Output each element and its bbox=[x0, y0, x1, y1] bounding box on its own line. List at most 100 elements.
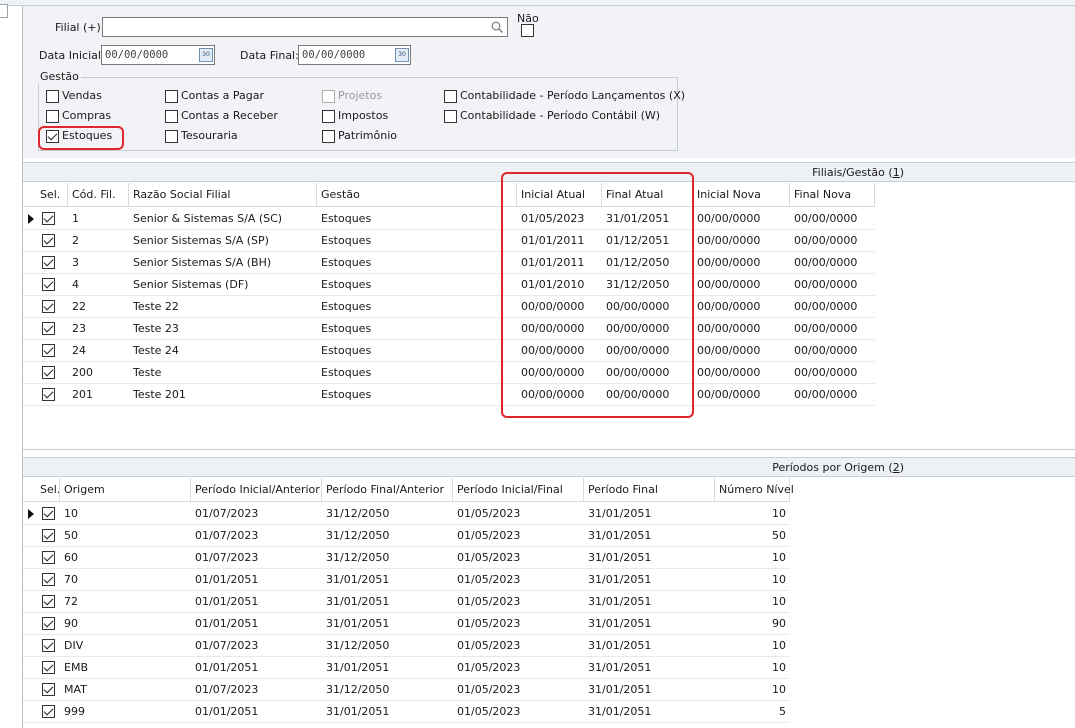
periodos-select-checkbox[interactable] bbox=[42, 683, 55, 696]
filial-input[interactable] bbox=[102, 17, 508, 37]
filiais-select-checkbox[interactable] bbox=[42, 344, 55, 357]
periodos-row[interactable]: MAT 01/07/2023 31/12/2050 01/05/2023 31/01/2… bbox=[23, 679, 790, 701]
periodos-row[interactable]: 999 01/01/2051 31/01/2051 01/05/2023 31/01/2… bbox=[23, 701, 790, 723]
contabilidade-lancamentos-checkbox[interactable] bbox=[444, 90, 457, 103]
periodos-cell: 01/07/2023 bbox=[195, 507, 259, 520]
filiais-cell: Estoques bbox=[321, 278, 372, 291]
periodos-title-number: 2 bbox=[892, 461, 900, 474]
periodos-row[interactable]: 60 01/07/2023 31/12/2050 01/05/2023 31/01/20… bbox=[23, 547, 790, 569]
periodos-grid-header: Sel. Origem Período Inicial/Anterior Períod… bbox=[23, 478, 794, 502]
filiais-row[interactable]: 24 Teste 24 Estoques 00/00/0000 00/00/0000 00… bbox=[23, 340, 875, 362]
periodos-cell: 31/01/2051 bbox=[588, 529, 652, 542]
periodos-grid[interactable]: Sel. Origem Período Inicial/Anterior Períod… bbox=[23, 478, 1075, 728]
periodos-header-3[interactable]: Período Final/Anterior bbox=[322, 478, 453, 502]
tesouraria-checkbox[interactable] bbox=[165, 130, 178, 143]
filiais-row[interactable]: 2 Senior Sistemas S/A (SP) Estoques 01/01/2… bbox=[23, 230, 875, 252]
periodos-row[interactable]: DIV 01/07/2023 31/12/2050 01/05/2023 31/01/2… bbox=[23, 635, 790, 657]
periodos-header-1[interactable]: Origem bbox=[60, 478, 191, 502]
periodos-row[interactable]: EMB 01/01/2051 31/01/2051 01/05/2023 31/01/2… bbox=[23, 657, 790, 679]
periodos-cell: 10 bbox=[772, 595, 786, 608]
search-icon[interactable] bbox=[490, 20, 504, 34]
periodos-select-checkbox[interactable] bbox=[42, 661, 55, 674]
periodos-row[interactable]: 90 01/01/2051 31/01/2051 01/05/2023 31/01/20… bbox=[23, 613, 790, 635]
periodos-row[interactable]: 72 01/01/2051 31/01/2051 01/05/2023 31/01/20… bbox=[23, 591, 790, 613]
filiais-select-checkbox[interactable] bbox=[42, 300, 55, 313]
filiais-row[interactable]: 3 Senior Sistemas S/A (BH) Estoques 01/01/2… bbox=[23, 252, 875, 274]
filiais-header-1[interactable]: Cód. Fil. bbox=[68, 183, 129, 207]
filiais-cell: Senior Sistemas (DF) bbox=[133, 278, 249, 291]
periodos-section-header: Períodos por Origem (2) bbox=[23, 457, 1075, 477]
periodos-header-0[interactable]: Sel. bbox=[36, 478, 60, 502]
patrimonio-checkbox[interactable] bbox=[322, 130, 335, 143]
periodos-select-checkbox[interactable] bbox=[42, 705, 55, 718]
periodos-cell: DIV bbox=[64, 639, 84, 652]
filiais-select-checkbox[interactable] bbox=[42, 256, 55, 269]
filiais-cell: 00/00/0000 bbox=[794, 344, 858, 357]
periodos-header-5[interactable]: Período Final bbox=[584, 478, 715, 502]
filiais-header-7[interactable]: Final Nova bbox=[790, 183, 875, 207]
periodos-row[interactable]: 70 01/01/2051 31/01/2051 01/05/2023 31/01/20… bbox=[23, 569, 790, 591]
periodos-cell: 60 bbox=[64, 551, 78, 564]
filiais-row[interactable]: 22 Teste 22 Estoques 00/00/0000 00/00/0000 00… bbox=[23, 296, 875, 318]
calendar-icon[interactable]: 30 bbox=[395, 48, 409, 62]
vendas-checkbox[interactable] bbox=[46, 90, 59, 103]
periodos-row[interactable]: 50 01/07/2023 31/12/2050 01/05/2023 31/01/20… bbox=[23, 525, 790, 547]
filiais-cell: 00/00/0000 bbox=[794, 256, 858, 269]
impostos-checkbox[interactable] bbox=[322, 110, 335, 123]
filiais-row[interactable]: 200 Teste Estoques 00/00/0000 00/00/0000 00/0… bbox=[23, 362, 875, 384]
nao-checkbox[interactable] bbox=[521, 24, 534, 37]
periodos-select-checkbox[interactable] bbox=[42, 639, 55, 652]
periodos-select-checkbox[interactable] bbox=[42, 529, 55, 542]
filiais-select-checkbox[interactable] bbox=[42, 322, 55, 335]
contas-pagar-checkbox[interactable] bbox=[165, 90, 178, 103]
filiais-cell: 00/00/0000 bbox=[697, 278, 761, 291]
contas-receber-checkbox[interactable] bbox=[165, 110, 178, 123]
filiais-cell: 00/00/0000 bbox=[794, 388, 858, 401]
compras-checkbox[interactable] bbox=[46, 110, 59, 123]
periodos-cell: 01/01/2051 bbox=[195, 595, 259, 608]
filiais-row[interactable]: 4 Senior Sistemas (DF) Estoques 01/01/2010 3… bbox=[23, 274, 875, 296]
periodos-select-checkbox[interactable] bbox=[42, 573, 55, 586]
filiais-row[interactable]: 23 Teste 23 Estoques 00/00/0000 00/00/0000 00… bbox=[23, 318, 875, 340]
periodos-cell: 50 bbox=[772, 529, 786, 542]
periodos-header-6[interactable]: Número Nível bbox=[715, 478, 794, 502]
filiais-header-3[interactable]: Gestão bbox=[317, 183, 517, 207]
periodos-cell: 31/12/2050 bbox=[326, 683, 390, 696]
filiais-header-6[interactable]: Inicial Nova bbox=[693, 183, 790, 207]
periodos-select-checkbox[interactable] bbox=[42, 617, 55, 630]
filiais-select-checkbox[interactable] bbox=[42, 212, 55, 225]
filiais-select-checkbox[interactable] bbox=[42, 278, 55, 291]
periodos-cell: 01/01/2051 bbox=[195, 661, 259, 674]
filiais-row[interactable]: 1 Senior & Sistemas S/A (SC) Estoques 01/05… bbox=[23, 208, 875, 230]
periodos-cell: 31/12/2050 bbox=[326, 639, 390, 652]
periodos-title: Períodos por Origem bbox=[772, 461, 885, 474]
filiais-cell: Teste 23 bbox=[133, 322, 179, 335]
periodos-row[interactable]: 10 01/07/2023 31/12/2050 01/05/2023 31/01/20… bbox=[23, 503, 790, 525]
data-inicial-input[interactable]: 00/00/0000 30 bbox=[101, 45, 215, 65]
periodos-cell: 50 bbox=[64, 529, 78, 542]
filiais-title: Filiais/Gestão bbox=[812, 166, 885, 179]
compras-label: Compras bbox=[62, 109, 112, 122]
periodos-cell: 01/01/2051 bbox=[195, 617, 259, 630]
filiais-cell: Estoques bbox=[321, 300, 372, 313]
filiais-select-checkbox[interactable] bbox=[42, 388, 55, 401]
periodos-cell: 01/07/2023 bbox=[195, 683, 259, 696]
filiais-row[interactable]: 201 Teste 201 Estoques 00/00/0000 00/00/0000… bbox=[23, 384, 875, 406]
filiais-header-0[interactable]: Sel. bbox=[36, 183, 68, 207]
data-final-input[interactable]: 00/00/0000 30 bbox=[298, 45, 411, 65]
calendar-icon[interactable]: 30 bbox=[199, 48, 213, 62]
contabilidade-contabil-checkbox[interactable] bbox=[444, 110, 457, 123]
filiais-header-2[interactable]: Razão Social Filial bbox=[129, 183, 317, 207]
left-edge-tab[interactable] bbox=[0, 4, 8, 18]
periodos-cell: 01/07/2023 bbox=[195, 529, 259, 542]
periodos-cell: 31/01/2051 bbox=[588, 661, 652, 674]
periodos-cell: 10 bbox=[772, 551, 786, 564]
periodos-header-4[interactable]: Período Inicial/Final bbox=[453, 478, 584, 502]
periodos-select-checkbox[interactable] bbox=[42, 595, 55, 608]
periodos-select-checkbox[interactable] bbox=[42, 551, 55, 564]
filiais-select-checkbox[interactable] bbox=[42, 366, 55, 379]
periodos-cell: 10 bbox=[772, 639, 786, 652]
periodos-header-2[interactable]: Período Inicial/Anterior bbox=[191, 478, 322, 502]
filiais-select-checkbox[interactable] bbox=[42, 234, 55, 247]
periodos-select-checkbox[interactable] bbox=[42, 507, 55, 520]
